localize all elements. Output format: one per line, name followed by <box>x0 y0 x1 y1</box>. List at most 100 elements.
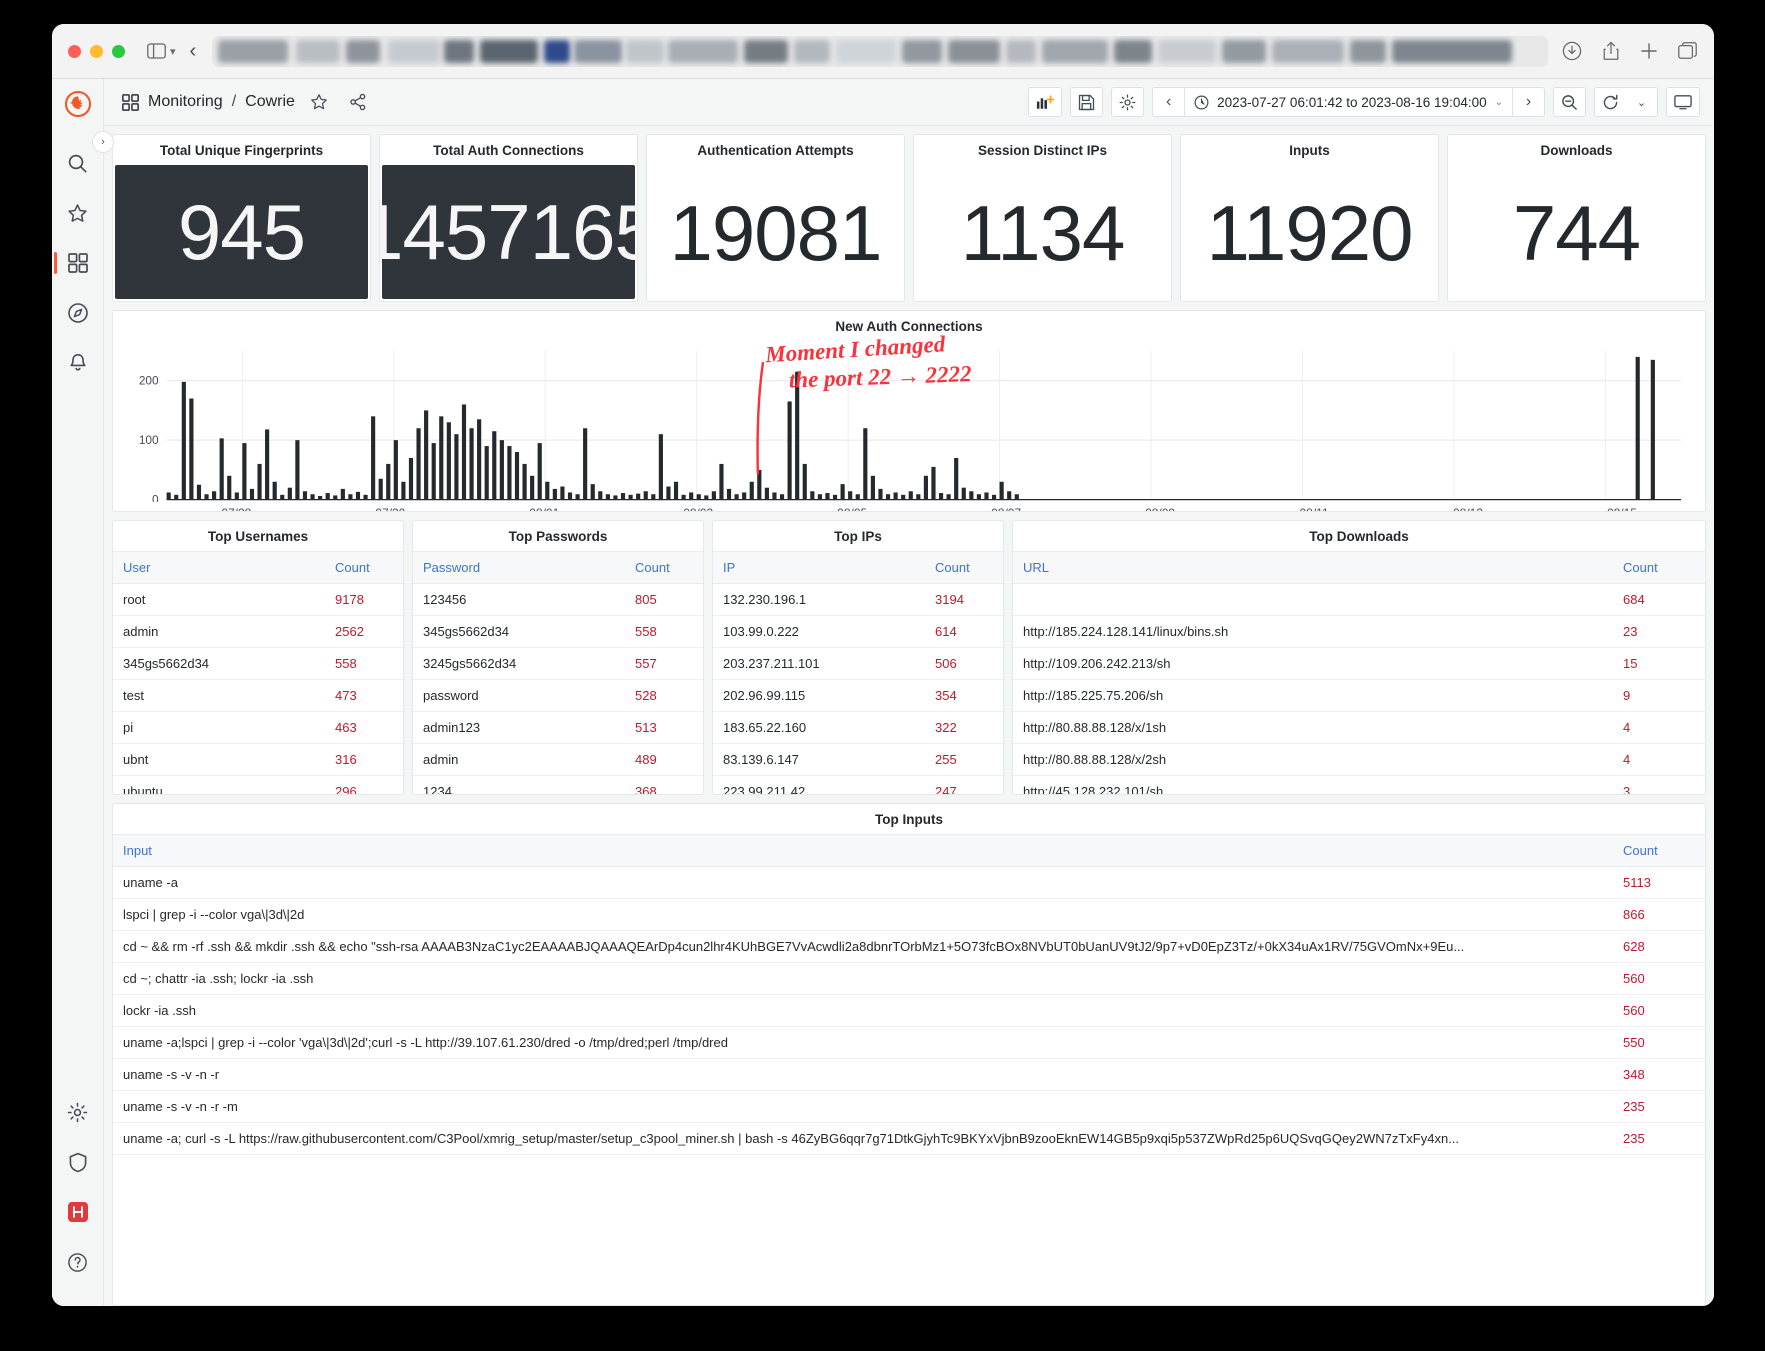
table-row[interactable]: 203.237.211.101 506 <box>713 647 1003 680</box>
time-next-button[interactable]: › <box>1513 87 1545 117</box>
minimize-window-button[interactable] <box>90 44 103 58</box>
download-icon[interactable] <box>1562 41 1582 61</box>
table-row[interactable]: uname -a; curl -s -L https://raw.githubu… <box>113 1122 1705 1155</box>
sidebar-item-starred[interactable] <box>58 193 98 233</box>
table-row[interactable]: 345gs5662d34 558 <box>413 615 703 648</box>
table-row[interactable]: uname -a;lspci | grep -i --color 'vga\|3… <box>113 1026 1705 1059</box>
show-tabs-icon[interactable] <box>1678 42 1698 60</box>
column-header-count[interactable]: Count <box>925 551 1003 584</box>
table-panel-top-ips[interactable]: Top IPs IP Count 132.230.196.1 3194 103.99.0… <box>712 520 1004 795</box>
table-panel-top-inputs[interactable]: Top Inputs Input Count uname -a 5113 lspci |… <box>112 803 1706 1306</box>
table-row[interactable]: uname -s -v -n -r 348 <box>113 1058 1705 1091</box>
table-row[interactable]: pi 463 <box>113 711 403 744</box>
table-row[interactable]: test 473 <box>113 679 403 712</box>
table-row[interactable]: admin 489 <box>413 743 703 776</box>
table-row[interactable]: uname -a 5113 <box>113 866 1705 899</box>
table-panel-top-downloads[interactable]: Top Downloads URL Count 684 http://185.224.… <box>1012 520 1706 795</box>
stat-panel-total-unique-fingerprints[interactable]: Total Unique Fingerprints 945 <box>112 134 371 302</box>
refresh-interval-chevron[interactable]: ⌄ <box>1626 87 1658 117</box>
sidebar-item-explore[interactable] <box>58 293 98 333</box>
cell-count: 684 <box>1613 583 1705 616</box>
table-row[interactable]: 123456 805 <box>413 583 703 616</box>
breadcrumb-folder[interactable]: Monitoring <box>148 93 223 111</box>
table-row[interactable]: 3245gs5662d34 557 <box>413 647 703 680</box>
sidebar-item-server-admin[interactable] <box>58 1142 98 1182</box>
table-row[interactable]: 132.230.196.1 3194 <box>713 583 1003 616</box>
sidebar-item-help[interactable] <box>58 1242 98 1282</box>
timeseries-panel-new-auth-connections[interactable]: New Auth Connections 0 100 200 Moment I ch… <box>112 310 1706 512</box>
sidebar-toggle-icon[interactable] <box>147 43 166 59</box>
cell-count: 614 <box>925 615 1003 648</box>
column-header-user[interactable]: User <box>113 551 325 584</box>
time-prev-button[interactable]: ‹ <box>1152 87 1185 117</box>
column-header-url[interactable]: URL <box>1013 551 1613 584</box>
table-row[interactable]: 83.139.6.147 255 <box>713 743 1003 776</box>
table-row[interactable]: 1234 368 <box>413 775 703 794</box>
table-row[interactable]: 183.65.22.160 322 <box>713 711 1003 744</box>
gear-icon[interactable] <box>1111 87 1145 117</box>
stat-panel-authentication-attempts[interactable]: Authentication Attempts 19081 <box>646 134 905 302</box>
table-row[interactable]: http://80.88.88.128/x/2sh 4 <box>1013 743 1705 776</box>
ips-table: IP Count 132.230.196.1 3194 103.99.0.222 614 2… <box>713 551 1003 794</box>
avatar[interactable] <box>58 1192 98 1232</box>
add-panel-icon[interactable] <box>1028 87 1063 117</box>
refresh-icon[interactable] <box>1594 87 1626 117</box>
table-row[interactable]: http://80.88.88.128/x/1sh 4 <box>1013 711 1705 744</box>
back-icon[interactable]: ‹ <box>190 40 197 63</box>
inputs-scroll-area[interactable]: Input Count uname -a 5113 lspci | grep -i --… <box>113 834 1705 1305</box>
table-row[interactable]: http://45.128.232.101/sh 3 <box>1013 775 1705 794</box>
sidebar-item-dashboards[interactable] <box>53 243 98 283</box>
stat-panel-downloads[interactable]: Downloads 744 <box>1447 134 1706 302</box>
column-header-count[interactable]: Count <box>1613 834 1705 867</box>
table-row[interactable]: 223.99.211.42 247 <box>713 775 1003 794</box>
chevron-down-icon[interactable]: ⌄ <box>1495 97 1503 108</box>
stat-panel-total-auth-connections[interactable]: Total Auth Connections 1457165 <box>379 134 638 302</box>
star-icon[interactable] <box>310 93 328 111</box>
table-row[interactable]: ubnt 316 <box>113 743 403 776</box>
sidebar-item-configuration[interactable] <box>58 1092 98 1132</box>
table-row[interactable]: uname -s -v -n -r -m 235 <box>113 1090 1705 1123</box>
stat-panel-inputs[interactable]: Inputs 11920 <box>1180 134 1439 302</box>
table-row[interactable]: http://185.225.75.206/sh 9 <box>1013 679 1705 712</box>
table-row[interactable]: admin123 513 <box>413 711 703 744</box>
window-traffic-lights[interactable] <box>68 44 125 58</box>
table-row[interactable]: lspci | grep -i --color vga\|3d\|2d 866 <box>113 898 1705 931</box>
column-header-ip[interactable]: IP <box>713 551 925 584</box>
address-bar[interactable] <box>212 35 1548 67</box>
maximize-window-button[interactable] <box>112 44 125 58</box>
sidebar-item-search[interactable] <box>58 143 98 183</box>
tv-icon[interactable] <box>1666 87 1700 117</box>
table-row[interactable]: http://185.224.128.141/linux/bins.sh 23 <box>1013 615 1705 648</box>
column-header-count[interactable]: Count <box>325 551 403 584</box>
table-row[interactable]: password 528 <box>413 679 703 712</box>
zoom-out-icon[interactable] <box>1553 87 1586 117</box>
expand-nav-button[interactable]: › <box>92 131 114 153</box>
table-row[interactable]: cd ~ && rm -rf .ssh && mkdir .ssh && ech… <box>113 930 1705 963</box>
table-panel-top-usernames[interactable]: Top Usernames User Count root 9178 admin 2562… <box>112 520 404 795</box>
column-header-count[interactable]: Count <box>1613 551 1705 584</box>
table-row[interactable]: 684 <box>1013 583 1705 616</box>
chevron-down-icon[interactable]: ▾ <box>170 45 176 58</box>
stat-panel-session-distinct-ips[interactable]: Session Distinct IPs 1134 <box>913 134 1172 302</box>
table-row[interactable]: ubuntu 296 <box>113 775 403 794</box>
table-row[interactable]: 345gs5662d34 558 <box>113 647 403 680</box>
table-row[interactable]: admin 2562 <box>113 615 403 648</box>
column-header-input[interactable]: Input <box>113 834 1613 867</box>
close-window-button[interactable] <box>68 44 81 58</box>
time-range-picker[interactable]: 2023-07-27 06:01:42 to 2023-08-16 19:04:… <box>1184 87 1513 117</box>
table-row[interactable]: lockr -ia .ssh 560 <box>113 994 1705 1027</box>
share-icon[interactable] <box>349 93 367 111</box>
table-row[interactable]: cd ~; chattr -ia .ssh; lockr -ia .ssh 560 <box>113 962 1705 995</box>
save-icon[interactable] <box>1070 87 1104 117</box>
grafana-logo-icon[interactable] <box>64 90 91 118</box>
share-icon[interactable] <box>1602 41 1620 61</box>
table-row[interactable]: http://109.206.242.213/sh 15 <box>1013 647 1705 680</box>
sidebar-item-alerting[interactable] <box>58 343 98 383</box>
table-row[interactable]: 202.96.99.115 354 <box>713 679 1003 712</box>
table-panel-top-passwords[interactable]: Top Passwords Password Count 123456 805 345g… <box>412 520 704 795</box>
column-header-count[interactable]: Count <box>625 551 703 584</box>
table-row[interactable]: root 9178 <box>113 583 403 616</box>
new-tab-icon[interactable] <box>1640 42 1658 60</box>
table-row[interactable]: 103.99.0.222 614 <box>713 615 1003 648</box>
column-header-password[interactable]: Password <box>413 551 625 584</box>
